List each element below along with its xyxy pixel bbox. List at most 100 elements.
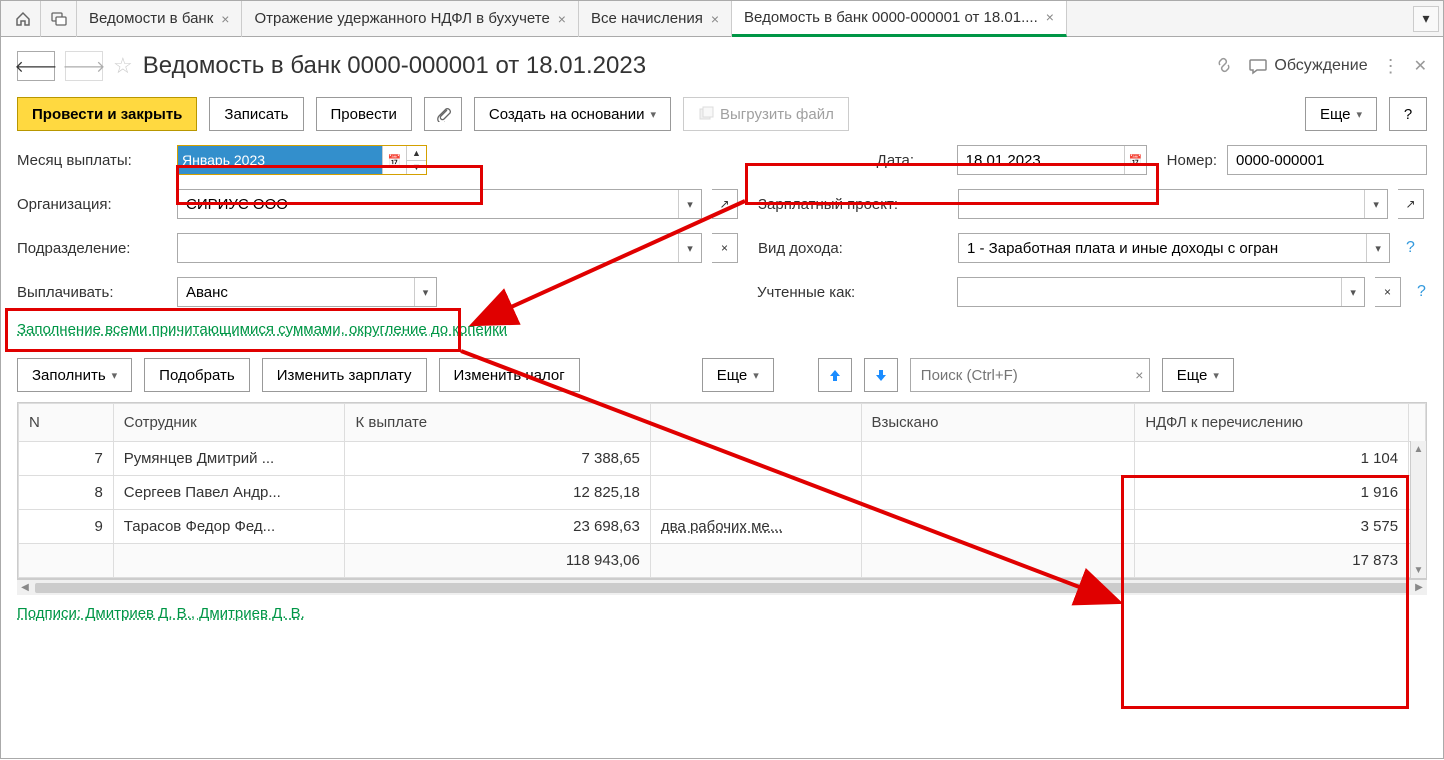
clear-uchten-button[interactable]: ×	[1375, 277, 1401, 307]
zp-field[interactable]: ▾	[958, 189, 1388, 219]
calendar-icon[interactable]: 📅	[382, 146, 406, 174]
zapisat-button[interactable]: Записать	[209, 97, 303, 131]
vertical-scrollbar[interactable]: ▲ ▼	[1410, 441, 1426, 578]
zapolnit-button[interactable]: Заполнить	[17, 358, 132, 392]
table-row[interactable]: 9Тарасов Федор Фед...23 698,63два рабочи…	[19, 510, 1426, 544]
nomer-field[interactable]	[1227, 145, 1427, 175]
dropdown-icon[interactable]: ▾	[1364, 190, 1387, 218]
mesyac-field[interactable]: Январь 2023 📅 ▲▼	[177, 145, 427, 175]
col-sotrudnik[interactable]: Сотрудник	[113, 404, 345, 442]
col-kvyplate[interactable]: К выплате	[345, 404, 650, 442]
help-icon[interactable]: ?	[1406, 239, 1415, 257]
close-icon[interactable]: ×	[1046, 9, 1054, 25]
dropdown-icon[interactable]: ▾	[678, 234, 701, 262]
tab-vedomost-current[interactable]: Ведомость в банк 0000-000001 от 18.01...…	[732, 1, 1067, 37]
open-org-button[interactable]: ↗	[712, 189, 738, 219]
provesti-button[interactable]: Провести	[316, 97, 412, 131]
tab-ndfl[interactable]: Отражение удержанного НДФЛ в бухучете ×	[242, 1, 579, 37]
vygruzit-fayl-button[interactable]: Выгрузить файл	[683, 97, 849, 131]
cell-note	[650, 476, 861, 510]
provest-zakryt-button[interactable]: Провести и закрыть	[17, 97, 197, 131]
help-button[interactable]: ?	[1389, 97, 1427, 131]
podobrat-button[interactable]: Подобрать	[144, 358, 250, 392]
data-field[interactable]: 📅	[957, 145, 1147, 175]
col-vzyskano[interactable]: Взыскано	[861, 404, 1135, 442]
org-field[interactable]: ▾	[177, 189, 702, 219]
clear-search-icon[interactable]: ×	[1130, 367, 1149, 383]
total-ndfl: 17 873	[1135, 544, 1409, 578]
data-value[interactable]	[958, 146, 1125, 174]
col-note[interactable]	[650, 404, 861, 442]
close-icon[interactable]: ×	[558, 11, 566, 27]
vid-value[interactable]	[959, 234, 1366, 262]
table-row[interactable]: 8Сергеев Павел Андр...12 825,181 916	[19, 476, 1426, 510]
nav-back-button[interactable]: 🡐	[17, 51, 55, 81]
link-icon[interactable]	[1214, 55, 1234, 78]
kebab-menu[interactable]: ⋮	[1382, 56, 1400, 77]
discuss-label: Обсуждение	[1274, 57, 1367, 75]
move-up-button[interactable]	[818, 358, 852, 392]
org-value[interactable]	[178, 190, 678, 218]
clear-podr-button[interactable]: ×	[712, 233, 738, 263]
fill-settings-link[interactable]: Заполнение всеми причитающимися суммами,…	[17, 321, 507, 338]
tab-vedomosti[interactable]: Ведомости в банк ×	[77, 1, 242, 37]
uchten-label: Учтенные как:	[757, 284, 947, 301]
tab-nachisleniya[interactable]: Все начисления ×	[579, 1, 732, 37]
spinner-down[interactable]: ▼	[407, 161, 426, 175]
vid-label: Вид дохода:	[758, 240, 948, 257]
cell-sotrudnik: Сергеев Павел Андр...	[113, 476, 345, 510]
search-input[interactable]: ×	[910, 358, 1150, 392]
scroll-left-icon[interactable]: ◀	[17, 582, 33, 593]
calendar-icon[interactable]: 📅	[1124, 146, 1145, 174]
nomer-value[interactable]	[1228, 146, 1426, 174]
sozdat-na-osnovanii-button[interactable]: Создать на основании	[474, 97, 671, 131]
cell-note	[650, 442, 861, 476]
horizontal-scrollbar[interactable]: ◀ ▶	[17, 579, 1427, 595]
home-icon[interactable]	[5, 1, 41, 37]
move-down-button[interactable]	[864, 358, 898, 392]
col-ndfl[interactable]: НДФЛ к перечислению	[1135, 404, 1409, 442]
cell-n: 9	[19, 510, 114, 544]
cell-vzyskano	[861, 510, 1135, 544]
scroll-thumb[interactable]	[35, 583, 1409, 593]
eshe-table-button[interactable]: Еще	[702, 358, 774, 392]
col-n[interactable]: N	[19, 404, 114, 442]
dropdown-icon[interactable]: ▾	[414, 278, 436, 306]
cell-ndfl: 3 575	[1135, 510, 1409, 544]
dropdown-icon[interactable]: ▾	[678, 190, 701, 218]
scroll-right-icon[interactable]: ▶	[1411, 582, 1427, 593]
star-icon[interactable]: ☆	[113, 53, 133, 79]
eshe-search-button[interactable]: Еще	[1162, 358, 1234, 392]
table-row[interactable]: 7Румянцев Дмитрий ...7 388,651 104	[19, 442, 1426, 476]
uchten-field[interactable]: ▾	[957, 277, 1365, 307]
close-icon[interactable]: ×	[221, 11, 229, 27]
open-zp-button[interactable]: ↗	[1398, 189, 1424, 219]
dropdown-icon[interactable]: ▾	[1366, 234, 1389, 262]
attachment-button[interactable]	[424, 97, 462, 131]
vyp-value[interactable]	[178, 278, 414, 306]
tab-label: Ведомость в банк 0000-000001 от 18.01...…	[744, 9, 1038, 26]
izmenit-nalog-button[interactable]: Изменить налог	[439, 358, 580, 392]
search-field[interactable]	[911, 367, 1130, 384]
nav-forward-button[interactable]: 🡒	[65, 51, 103, 81]
discuss-button[interactable]: Обсуждение	[1248, 56, 1367, 76]
vid-field[interactable]: ▾	[958, 233, 1390, 263]
spinner-up[interactable]: ▲	[407, 146, 426, 161]
vyp-field[interactable]: ▾	[177, 277, 437, 307]
podpisi-link[interactable]: Подписи: Дмитриев Д. В., Дмитриев Д. В.	[17, 605, 305, 622]
export-icon	[698, 106, 714, 122]
izmenit-zarplatu-button[interactable]: Изменить зарплату	[262, 358, 427, 392]
dropdown-icon[interactable]: ▾	[1341, 278, 1364, 306]
eshe-button[interactable]: Еще	[1305, 97, 1377, 131]
close-icon[interactable]: ×	[711, 11, 719, 27]
chat-icon[interactable]	[41, 1, 77, 37]
scroll-down-icon[interactable]: ▼	[1411, 562, 1426, 578]
table-total-row: 118 943,0617 873	[19, 544, 1426, 578]
podr-field[interactable]: ▾	[177, 233, 702, 263]
tab-label: Ведомости в банк	[89, 10, 213, 27]
cell-vzyskano	[861, 442, 1135, 476]
help-icon[interactable]: ?	[1417, 283, 1426, 301]
scroll-up-icon[interactable]: ▲	[1411, 441, 1426, 457]
close-page-button[interactable]: ✕	[1414, 56, 1427, 76]
tab-dropdown[interactable]: ▾	[1413, 6, 1439, 32]
